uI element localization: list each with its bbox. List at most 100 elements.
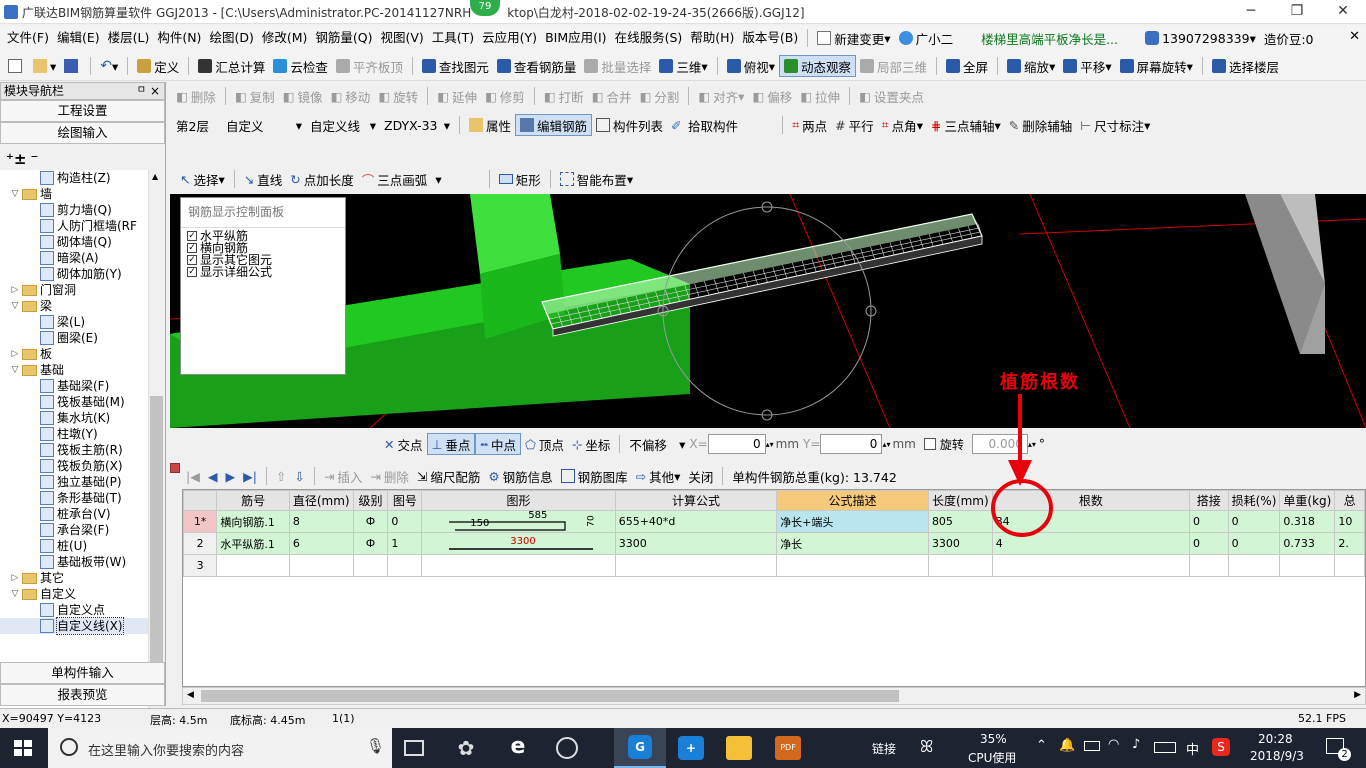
new-change-button[interactable]: 新建变更 ▾ xyxy=(813,27,894,49)
offset-select[interactable]: 不偏移 ▾ xyxy=(625,433,689,455)
rotate-checkbox[interactable] xyxy=(923,438,936,450)
task-view-icon[interactable] xyxy=(404,740,424,756)
move-down-button[interactable]: ⇩ xyxy=(290,465,308,487)
panel-option[interactable]: ✓ 显示详细公式 xyxy=(181,266,345,278)
3d-viewport[interactable] xyxy=(170,194,1366,428)
rebar-library-button[interactable]: 钢筋图库 xyxy=(557,465,632,487)
tray-up-icon[interactable]: ⌃ xyxy=(1036,738,1047,753)
component-list-button[interactable]: 构件列表 xyxy=(592,114,667,136)
snap-midpoint[interactable]: ╍ 中点 xyxy=(475,433,521,455)
tree-item[interactable]: 砌体墙(Q) xyxy=(0,234,148,250)
toolbar-button[interactable]: 缩放 ▾ xyxy=(1003,55,1059,77)
total-weight-cell[interactable]: 2. xyxy=(1334,532,1365,555)
toolbar-button[interactable]: 查看钢筋量 xyxy=(493,55,581,77)
bar-name[interactable]: 横向钢筋.1 xyxy=(216,510,290,533)
tray-volume-icon[interactable]: ♪ xyxy=(1132,737,1140,752)
point-length-button[interactable]: ↻ 点加长度 xyxy=(286,168,358,190)
pick-component-button[interactable]: ✐ 拾取构件 xyxy=(667,114,742,136)
collapse-icon[interactable]: ▽ xyxy=(10,362,20,378)
section-single-input[interactable]: 单构件输入 xyxy=(0,662,165,684)
collapse-icon[interactable]: ▽ xyxy=(10,186,20,202)
row-number[interactable]: 3 xyxy=(183,554,218,577)
tree-item[interactable]: 筏板负筋(X) xyxy=(0,458,148,474)
tree-item[interactable]: 条形基础(T) xyxy=(0,490,148,506)
component-name-select[interactable]: ZDYX-33 ▾ xyxy=(380,114,454,136)
two-point-axis-button[interactable]: ⌗ 两点 xyxy=(788,114,831,136)
tree-item[interactable]: ▽ 基础 xyxy=(0,362,148,378)
prev-record-button[interactable]: ◀ xyxy=(204,465,222,487)
expand-icon[interactable]: ▷ xyxy=(10,282,20,298)
scroll-right-icon[interactable]: ▶ xyxy=(1354,690,1361,700)
tray-keyboard-icon[interactable] xyxy=(1154,742,1176,753)
line-tool-button[interactable]: ↘ 直线 xyxy=(240,168,287,190)
menu-item[interactable]: BIM应用(I) xyxy=(541,25,611,51)
three-point-axis-button[interactable]: ⋕ 三点辅轴 ▾ xyxy=(927,114,1005,136)
bar-shape[interactable]: 3300 xyxy=(421,532,616,555)
checkbox[interactable]: ✓ xyxy=(187,231,197,241)
dimension-button[interactable]: ⊢ 尺寸标注 ▾ xyxy=(1076,114,1154,136)
tree-item[interactable]: ▷ 其它 xyxy=(0,570,148,586)
edit-tool-button[interactable]: ◧ 镜像 xyxy=(279,85,327,107)
clock-time[interactable]: 20:28 xyxy=(1258,732,1293,746)
collapse-all-icon[interactable]: ⁻ xyxy=(31,150,39,168)
edit-tool-button[interactable]: ◧ 复制 xyxy=(231,85,279,107)
last-record-button[interactable]: ▶| xyxy=(239,465,261,487)
column-header[interactable]: 搭接 xyxy=(1188,490,1229,511)
lap[interactable]: 0 xyxy=(1188,510,1229,533)
formula-desc[interactable]: 净长 xyxy=(776,532,929,555)
notes-app-icon[interactable] xyxy=(726,736,752,760)
edit-tool-button[interactable]: ◧ 合并 xyxy=(588,85,636,107)
y-input[interactable]: 0 xyxy=(820,434,883,454)
close-window-button[interactable]: ✕ xyxy=(1320,0,1366,24)
pdf-app-icon[interactable]: PDF xyxy=(775,736,801,760)
move-up-button[interactable]: ⇧ xyxy=(272,465,290,487)
three-point-arc-button[interactable]: ⌒ 三点画弧 ▾ xyxy=(358,168,484,190)
scroll-thumb[interactable] xyxy=(150,396,163,678)
user-account[interactable]: 13907298339 ▾ xyxy=(1141,27,1260,49)
column-header[interactable]: 单重(kg) xyxy=(1279,490,1336,511)
expand-icon[interactable]: ▷ xyxy=(10,346,20,362)
taskbar-active-app[interactable]: G xyxy=(614,728,666,768)
scale-rebar-button[interactable]: ⇲ 缩尺配筋 xyxy=(413,465,485,487)
tree-item[interactable]: 剪力墙(Q) xyxy=(0,202,148,218)
cost-coins[interactable]: 造价豆:0 xyxy=(1260,27,1318,49)
unit-weight[interactable]: 0.318 xyxy=(1279,510,1336,533)
checkbox[interactable]: ✓ xyxy=(187,255,197,265)
sogou-icon[interactable]: S xyxy=(1212,738,1230,756)
notice-link[interactable]: 楼梯里高端平板净长是... xyxy=(977,27,1137,49)
tray-bell-icon[interactable]: 🔔 xyxy=(1059,738,1075,753)
snap-vertex[interactable]: ⬠ 顶点 xyxy=(521,433,568,455)
table-scroll-thumb[interactable] xyxy=(201,690,899,702)
property-button[interactable]: 属性 xyxy=(465,114,515,136)
formula[interactable]: 3300 xyxy=(614,532,778,555)
pin-icon[interactable]: ㅁ xyxy=(137,83,146,99)
unit-weight[interactable]: 0.733 xyxy=(1279,532,1336,555)
pinwheel-app-icon[interactable]: ✿ xyxy=(453,736,479,760)
tree-item[interactable]: 自定义线(X) xyxy=(0,617,148,635)
assistant-button[interactable]: 广小二 xyxy=(895,27,958,49)
minimize-button[interactable]: ─ xyxy=(1228,0,1274,24)
menu-item[interactable]: 工具(T) xyxy=(428,25,478,51)
select-tool-button[interactable]: ↖ 选择 ▾ xyxy=(176,168,229,190)
tree-item[interactable]: ▽ 梁 xyxy=(0,298,148,314)
edit-tool-button[interactable]: ◧ 拉伸 xyxy=(796,85,844,107)
figure-number[interactable]: 0 xyxy=(387,510,423,533)
tree-scrollbar[interactable]: ▲ ▼ xyxy=(148,170,164,722)
column-header[interactable]: 公式描述 xyxy=(776,490,929,511)
tree-item[interactable]: 柱墩(Y) xyxy=(0,426,148,442)
expand-icon[interactable]: ▷ xyxy=(10,570,20,586)
section-report-preview[interactable]: 报表预览 xyxy=(0,684,165,706)
edit-tool-button[interactable]: ◧ 对齐 ▾ xyxy=(694,85,748,107)
edit-tool-button[interactable]: ◧ 修剪 xyxy=(481,85,529,107)
subtype-select[interactable]: 自定义线 ▾ xyxy=(306,114,380,136)
toolbar-button[interactable]: 俯视 ▾ xyxy=(723,55,779,77)
formula-desc[interactable]: 净长+端头 xyxy=(776,510,929,533)
tree-item[interactable]: 自定义点 xyxy=(0,602,148,618)
open-file-button[interactable]: ▾ xyxy=(29,55,60,77)
menu-item[interactable]: 构件(N) xyxy=(153,25,205,51)
tree-item[interactable]: 集水坑(K) xyxy=(0,410,148,426)
people-icon[interactable]: ꕤ xyxy=(920,737,933,757)
microphone-icon[interactable]: 🎙 xyxy=(366,737,385,755)
row-number[interactable]: 1* xyxy=(183,510,218,533)
tree-item[interactable]: ▽ 自定义 xyxy=(0,586,148,602)
